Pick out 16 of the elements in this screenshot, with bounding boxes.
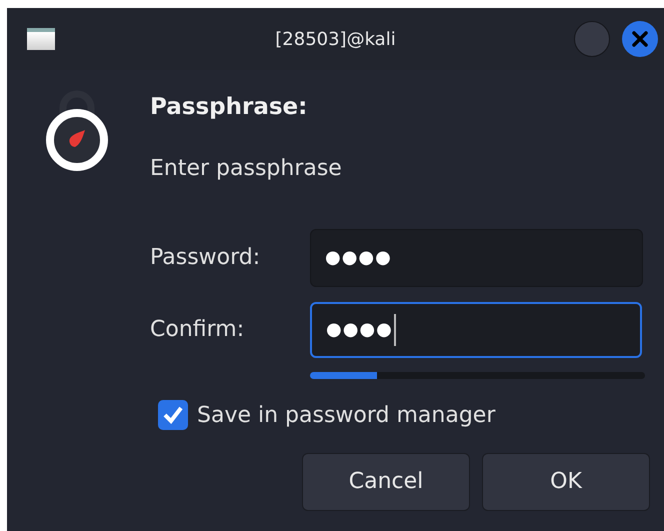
window-icon [27,28,55,50]
padlock-icon [45,88,109,172]
checkbox-label: Save in password manager [197,402,496,430]
close-icon [632,31,648,47]
dialog-button[interactable]: Cancel [302,452,470,510]
save-checkbox[interactable] [158,400,188,430]
password-field[interactable]: ●●●● [310,302,642,358]
close-button[interactable] [622,21,658,57]
check-icon [163,406,183,424]
dialog-button[interactable]: OK [482,452,650,510]
dialog-heading: Passphrase: [150,93,308,122]
field-label: Confirm: [150,316,246,344]
password-field[interactable]: ●●●● [310,228,643,286]
field-label: Password: [150,244,262,272]
dialog-description: Enter passphrase [150,154,343,182]
window-title: [28503]@kali [275,28,396,52]
